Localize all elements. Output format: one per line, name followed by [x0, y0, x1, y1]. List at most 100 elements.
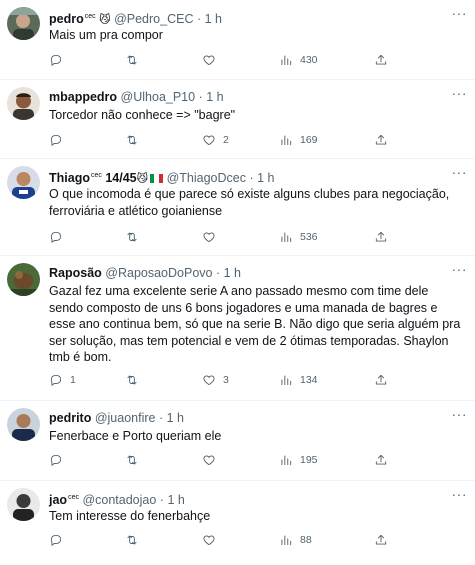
more-icon[interactable]: ··· — [452, 86, 468, 100]
avatar[interactable] — [7, 87, 40, 120]
share-button[interactable] — [374, 53, 388, 67]
like-icon — [203, 535, 215, 546]
tweet[interactable]: pedrocec 😼 @Pedro_CEC · 1 h ··· Mais um … — [0, 0, 475, 80]
timestamp[interactable]: 1 h — [206, 90, 223, 104]
reply-button[interactable] — [49, 133, 70, 147]
display-name[interactable]: Thiago — [49, 171, 90, 185]
views-button[interactable]: 88 — [279, 533, 312, 547]
timestamp[interactable]: 1 h — [257, 171, 274, 185]
share-button[interactable] — [374, 453, 388, 467]
separator: · — [215, 266, 221, 280]
action-bar: 195 — [49, 453, 461, 469]
retweet-button[interactable] — [125, 373, 146, 387]
views-icon — [281, 135, 292, 146]
action-bar: 536 — [49, 230, 461, 246]
retweet-icon — [127, 535, 137, 545]
more-icon[interactable]: ··· — [452, 165, 468, 179]
retweet-icon — [127, 232, 137, 242]
user-handle[interactable]: @juaonfire — [95, 411, 156, 425]
retweet-button[interactable] — [125, 53, 146, 67]
tweet[interactable]: Raposão @RaposaoDoPovo · 1 h ··· Gazal f… — [0, 256, 475, 401]
cat-emoji: 😼 — [136, 173, 149, 186]
display-name[interactable]: mbappedro — [49, 90, 117, 104]
retweet-button[interactable] — [125, 533, 146, 547]
views-count: 536 — [300, 231, 318, 243]
user-handle[interactable]: @RaposaoDoPovo — [105, 266, 212, 280]
more-icon[interactable]: ··· — [452, 487, 468, 501]
tweet-header: mbappedro @Ulhoa_P10 · 1 h — [49, 89, 224, 105]
separator: · — [158, 411, 164, 425]
like-button[interactable] — [202, 453, 223, 467]
user-handle[interactable]: @contadojao — [82, 493, 156, 507]
avatar[interactable] — [7, 408, 40, 441]
reply-icon — [50, 454, 62, 466]
views-count: 134 — [300, 374, 318, 386]
like-icon — [203, 135, 215, 146]
timestamp[interactable]: 1 h — [167, 493, 184, 507]
display-name[interactable]: Raposão — [49, 266, 102, 280]
views-button[interactable]: 536 — [279, 230, 318, 244]
retweet-button[interactable] — [125, 133, 146, 147]
separator: · — [159, 493, 164, 508]
retweet-button[interactable] — [125, 230, 146, 244]
avatar[interactable] — [7, 263, 40, 296]
views-button[interactable]: 430 — [279, 53, 318, 67]
share-icon — [375, 454, 387, 465]
avatar[interactable] — [7, 488, 40, 521]
retweet-button[interactable] — [125, 453, 146, 467]
like-button[interactable] — [202, 533, 223, 547]
reply-button[interactable] — [49, 53, 70, 67]
share-button[interactable] — [374, 230, 388, 244]
more-icon[interactable]: ··· — [452, 407, 468, 421]
timestamp[interactable]: 1 h — [205, 12, 222, 26]
tweet[interactable]: jaocec @contadojao · 1 h ··· Tem interes… — [0, 481, 475, 565]
separator: · — [249, 171, 254, 186]
action-bar: 1 3 134 — [49, 373, 461, 389]
timestamp[interactable]: 1 h — [167, 411, 184, 425]
more-icon[interactable]: ··· — [452, 262, 468, 276]
tweet[interactable]: mbappedro @Ulhoa_P10 · 1 h ··· Torcedor … — [0, 80, 475, 159]
reply-button[interactable]: 1 — [49, 373, 76, 387]
like-count: 3 — [223, 374, 229, 386]
like-button[interactable]: 3 — [202, 373, 229, 387]
user-handle[interactable]: @ThiagoDcec — [167, 171, 246, 185]
reply-icon — [50, 231, 62, 243]
like-button[interactable] — [202, 53, 223, 67]
like-button[interactable] — [202, 230, 223, 244]
display-name[interactable]: pedro — [49, 12, 84, 26]
like-button[interactable]: 2 — [202, 133, 229, 147]
timestamp[interactable]: 1 h — [224, 266, 241, 280]
reply-button[interactable] — [49, 533, 70, 547]
display-name[interactable]: pedrito — [49, 411, 91, 425]
share-icon — [375, 134, 387, 145]
separator: · — [196, 12, 202, 27]
avatar[interactable] — [7, 166, 40, 199]
user-handle[interactable]: @Ulhoa_P10 — [121, 90, 196, 104]
views-count: 430 — [300, 54, 318, 66]
views-icon — [281, 535, 292, 546]
reply-button[interactable] — [49, 230, 70, 244]
share-icon — [375, 54, 387, 65]
tweet-header: Thiagocec 14/45😼 @ThiagoDcec · 1 h — [49, 168, 275, 187]
tweet[interactable]: Thiagocec 14/45😼 @ThiagoDcec · 1 h ··· O… — [0, 159, 475, 256]
tweet-text: O que incomoda é que parece só existe al… — [49, 187, 450, 218]
reply-button[interactable] — [49, 453, 70, 467]
tweet[interactable]: pedrito @juaonfire · 1 h ··· Fenerbace e… — [0, 401, 475, 481]
views-button[interactable]: 169 — [279, 133, 318, 147]
tweet-text: Torcedor não conhece => "bagre" — [49, 108, 236, 122]
share-button[interactable] — [374, 373, 388, 387]
separator: · — [198, 90, 203, 104]
user-handle[interactable]: @Pedro_CEC — [114, 12, 193, 26]
more-icon[interactable]: ··· — [452, 6, 468, 20]
views-icon — [281, 375, 292, 386]
display-name[interactable]: jao — [49, 493, 67, 507]
views-icon — [281, 55, 292, 66]
share-button[interactable] — [374, 133, 388, 147]
reply-icon — [50, 54, 62, 66]
views-button[interactable]: 134 — [279, 373, 318, 387]
name-badge: cec — [84, 13, 96, 20]
views-button[interactable]: 195 — [279, 453, 318, 467]
avatar[interactable] — [7, 7, 40, 40]
share-button[interactable] — [374, 533, 388, 547]
share-icon — [375, 534, 387, 545]
